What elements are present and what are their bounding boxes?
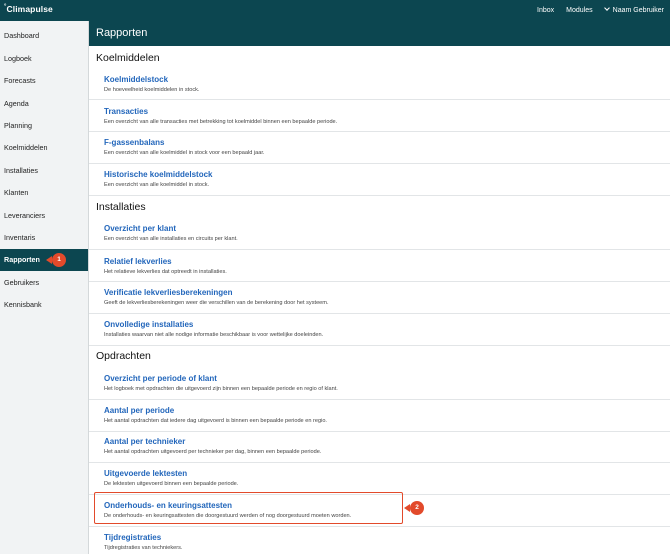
user-name: Naam Gebruiker [612,7,664,14]
sidebar-item-klanten[interactable]: Klanten [0,182,88,204]
sidebar-item-dashboard[interactable]: Dashboard [0,25,88,47]
report-description: De hoeveelheid koelmiddelen in stock. [104,87,200,93]
report-item-onvolledige-installaties[interactable]: Onvolledige installaties Installaties wa… [89,315,670,346]
sidebar-item-rapporten[interactable]: Rapporten [0,249,88,271]
report-description: Het aantal opdrachten dat iedere dag uit… [104,418,327,424]
sidebar-item-kennisbank[interactable]: Kennisbank [0,294,88,316]
report-description: Een overzicht van alle installaties en c… [104,236,238,242]
report-link[interactable]: Overzicht per periode of klant [104,374,217,383]
report-description: Het aantal opdrachten uitgevoerd per tec… [104,449,322,455]
report-item-f-gassenbalans[interactable]: F-gassenbalans Een overzicht van alle ko… [89,133,670,164]
nav-user-menu[interactable]: Naam Gebruiker [603,5,664,14]
report-description: De lektesten uitgevoerd binnen een bepaa… [104,481,239,487]
report-item-aantal-per-technieker[interactable]: Aantal per technieker Het aantal opdrach… [89,432,670,463]
sidebar-item-planning[interactable]: Planning [0,115,88,137]
report-item-tijdregistraties[interactable]: Tijdregistraties Tijdregistraties van te… [89,528,670,554]
report-description: Het relatieve lekverlies dat optreedt in… [104,269,227,275]
brand-name: Climapulse [6,4,53,14]
report-link[interactable]: Overzicht per klant [104,224,176,233]
main-content: Rapporten Koelmiddelen Koelmiddelstock D… [89,21,670,554]
report-link[interactable]: Koelmiddelstock [104,75,168,84]
report-link[interactable]: Onvolledige installaties [104,320,193,329]
report-item-koelmiddelstock[interactable]: Koelmiddelstock De hoeveelheid koelmidde… [89,70,670,100]
report-item-uitgevoerde-lektesten[interactable]: Uitgevoerde lektesten De lektesten uitge… [89,464,670,495]
report-link[interactable]: Verificatie lekverliesberekeningen [104,288,233,297]
annotation-highlight-box [94,492,403,524]
section-title-installaties: Installaties [96,201,146,213]
report-description: Een overzicht van alle koelmiddel in sto… [104,182,210,188]
report-item-overzicht-per-klant[interactable]: Overzicht per klant Een overzicht van al… [89,219,670,250]
top-bar: °Climapulse Inbox Modules Naam Gebruiker [0,0,670,21]
sidebar-item-forecasts[interactable]: Forecasts [0,70,88,92]
nav-inbox[interactable]: Inbox [537,7,554,14]
report-link[interactable]: F-gassenbalans [104,138,164,147]
report-item-overzicht-per-periode-of-klant[interactable]: Overzicht per periode of klant Het logbo… [89,369,670,400]
sidebar-item-gebruikers[interactable]: Gebruikers [0,272,88,294]
report-description: Een overzicht van alle koelmiddel in sto… [104,150,265,156]
report-description: Tijdregistraties van techniekers. [104,545,183,551]
report-link[interactable]: Aantal per periode [104,406,174,415]
sidebar-item-installaties[interactable]: Installaties [0,160,88,182]
sidebar-item-leveranciers[interactable]: Leveranciers [0,205,88,227]
report-item-historische-koelmiddelstock[interactable]: Historische koelmiddelstock Een overzich… [89,165,670,196]
report-description: Het logboek met opdrachten die uitgevoer… [104,386,338,392]
report-link[interactable]: Transacties [104,107,148,116]
section-title-opdrachten: Opdrachten [96,350,151,362]
report-link[interactable]: Uitgevoerde lektesten [104,469,187,478]
sidebar-item-inventaris[interactable]: Inventaris [0,227,88,249]
report-item-transacties[interactable]: Transacties Een overzicht van alle trans… [89,101,670,132]
report-item-relatief-lekverlies[interactable]: Relatief lekverlies Het relatieve lekver… [89,251,670,282]
report-description: Installaties waarvan niet alle nodige in… [104,332,324,338]
sidebar: Dashboard Logboek Forecasts Agenda Plann… [0,21,89,554]
chevron-down-icon [603,5,610,11]
brand-logo[interactable]: °Climapulse [4,4,53,14]
annotation-badge-1: 1 [52,253,66,267]
report-description: Een overzicht van alle transacties met b… [104,119,338,125]
sidebar-item-koelmiddelen[interactable]: Koelmiddelen [0,137,88,159]
report-item-verificatie-lekverliesberekeningen[interactable]: Verificatie lekverliesberekeningen Geeft… [89,283,670,314]
nav-modules[interactable]: Modules [566,7,592,14]
report-link[interactable]: Tijdregistraties [104,533,161,542]
report-link[interactable]: Aantal per technieker [104,437,185,446]
page-title: Rapporten [89,21,670,46]
report-description: Geeft de lekverliesberekeningen weer die… [104,300,329,306]
annotation-badge-2: 2 [410,501,424,515]
report-link[interactable]: Relatief lekverlies [104,257,172,266]
report-link[interactable]: Historische koelmiddelstock [104,170,212,179]
top-nav: Inbox Modules Naam Gebruiker [525,0,664,21]
sidebar-item-agenda[interactable]: Agenda [0,93,88,115]
section-title-koelmiddelen: Koelmiddelen [96,52,160,64]
report-item-aantal-per-periode[interactable]: Aantal per periode Het aantal opdrachten… [89,401,670,432]
sidebar-item-logboek[interactable]: Logboek [0,48,88,70]
